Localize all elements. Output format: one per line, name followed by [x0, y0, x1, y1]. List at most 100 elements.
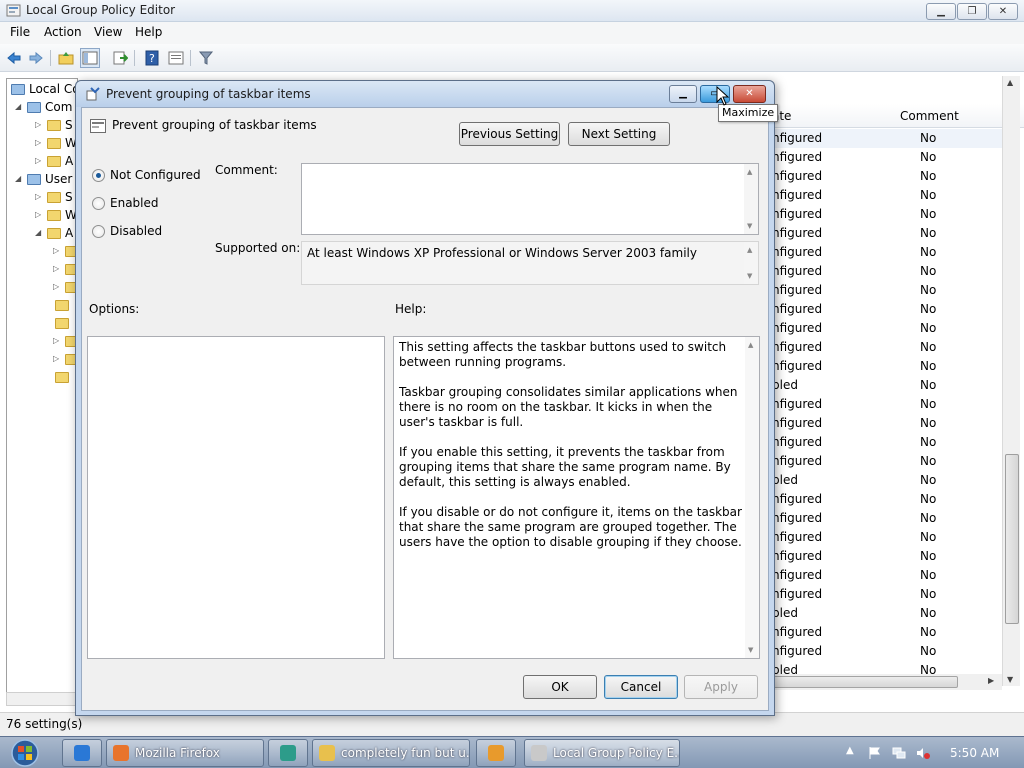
comment-textarea[interactable]: ▲ ▼: [301, 163, 759, 235]
previous-setting-button[interactable]: Previous Setting: [459, 122, 560, 146]
expanded-arrow-icon[interactable]: ◢: [15, 174, 23, 183]
table-row[interactable]: nfigured No: [770, 414, 1002, 433]
tree-horizontal-scrollbar[interactable]: [6, 692, 78, 706]
collapsed-arrow-icon[interactable]: ▷: [35, 156, 43, 165]
filter-icon[interactable]: [196, 48, 216, 68]
show-hide-tree-icon[interactable]: [80, 48, 100, 68]
comment-cell: No: [920, 340, 937, 354]
help-icon[interactable]: ?: [142, 48, 162, 68]
table-row[interactable]: nfigured No: [770, 452, 1002, 471]
table-row[interactable]: nfigured No: [770, 547, 1002, 566]
tree-pane[interactable]: Local Co ◢ Com ▷ S ▷ W ▷ A ◢ User ▷ S ▷ W ◢ A ▷ ▷ ▷ ▷ ▷: [6, 78, 78, 704]
properties-icon[interactable]: [166, 48, 186, 68]
table-row[interactable]: nfigured No: [770, 148, 1002, 167]
taskbar-button[interactable]: [268, 739, 308, 767]
table-row[interactable]: bled No: [770, 471, 1002, 490]
collapsed-arrow-icon[interactable]: ▷: [35, 120, 43, 129]
close-button[interactable]: ✕: [988, 3, 1018, 20]
expanded-arrow-icon[interactable]: ◢: [35, 228, 43, 237]
table-row[interactable]: nfigured No: [770, 357, 1002, 376]
column-header-comment[interactable]: Comment: [900, 109, 959, 123]
ok-button[interactable]: OK: [523, 675, 597, 699]
state-cell: nfigured: [772, 397, 823, 411]
table-row[interactable]: nfigured No: [770, 224, 1002, 243]
start-button-icon[interactable]: [4, 738, 46, 768]
state-cell: nfigured: [772, 416, 823, 430]
collapsed-arrow-icon[interactable]: ▷: [35, 192, 43, 201]
table-row[interactable]: nfigured No: [770, 281, 1002, 300]
taskbar-button[interactable]: completely fun but u...: [312, 739, 470, 767]
scrollbar-thumb[interactable]: [1005, 454, 1019, 624]
menu-help[interactable]: Help: [135, 25, 162, 39]
folder-icon: [55, 300, 69, 311]
network-icon[interactable]: [892, 746, 906, 760]
help-scrollbar[interactable]: ▲ ▼: [745, 337, 759, 658]
menu-action[interactable]: Action: [44, 25, 82, 39]
table-row[interactable]: nfigured No: [770, 433, 1002, 452]
table-row[interactable]: nfigured No: [770, 642, 1002, 661]
radio-enabled-dot[interactable]: [92, 197, 105, 210]
table-row[interactable]: nfigured No: [770, 623, 1002, 642]
back-arrow-icon[interactable]: [4, 48, 24, 68]
table-row[interactable]: nfigured No: [770, 300, 1002, 319]
table-row[interactable]: nfigured No: [770, 167, 1002, 186]
comment-cell: No: [920, 511, 937, 525]
taskbar-button[interactable]: [476, 739, 516, 767]
table-row[interactable]: nfigured No: [770, 243, 1002, 262]
supported-scrollbar[interactable]: ▲ ▼: [744, 242, 758, 284]
table-row[interactable]: nfigured No: [770, 205, 1002, 224]
radio-not-configured-dot[interactable]: [92, 169, 105, 182]
table-row[interactable]: nfigured No: [770, 585, 1002, 604]
menu-file[interactable]: File: [10, 25, 30, 39]
hscroll-thumb[interactable]: [772, 676, 958, 688]
restore-button[interactable]: ❐: [957, 3, 987, 20]
table-row[interactable]: nfigured No: [770, 262, 1002, 281]
table-row[interactable]: nfigured No: [770, 490, 1002, 509]
clock[interactable]: 5:50 AM: [950, 746, 999, 760]
cancel-button[interactable]: Cancel: [604, 675, 678, 699]
state-cell: nfigured: [772, 131, 823, 145]
minimize-button[interactable]: ▁: [926, 3, 956, 20]
apply-button[interactable]: Apply: [684, 675, 758, 699]
taskbar-button[interactable]: [62, 739, 102, 767]
next-setting-button[interactable]: Next Setting: [568, 122, 670, 146]
collapsed-arrow-icon[interactable]: ▷: [53, 246, 61, 255]
volume-muted-icon[interactable]: [916, 746, 930, 760]
options-panel: [87, 336, 385, 659]
table-row[interactable]: nfigured No: [770, 395, 1002, 414]
collapsed-arrow-icon[interactable]: ▷: [53, 282, 61, 291]
table-row[interactable]: nfigured No: [770, 186, 1002, 205]
dialog-close-button[interactable]: ✕: [733, 85, 766, 103]
export-list-icon[interactable]: [110, 48, 130, 68]
collapsed-arrow-icon[interactable]: ▷: [53, 336, 61, 345]
taskbar-button[interactable]: Local Group Policy E...: [524, 739, 680, 767]
comment-scrollbar[interactable]: ▲ ▼: [744, 164, 758, 234]
table-row[interactable]: bled No: [770, 604, 1002, 623]
action-center-flag-icon[interactable]: [868, 746, 882, 760]
menu-view[interactable]: View: [94, 25, 122, 39]
state-cell: bled: [772, 606, 798, 620]
state-cell: nfigured: [772, 302, 823, 316]
collapsed-arrow-icon[interactable]: ▷: [35, 210, 43, 219]
list-vertical-scrollbar[interactable]: ▲ ▼: [1002, 76, 1020, 686]
expanded-arrow-icon[interactable]: ◢: [15, 102, 23, 111]
table-row[interactable]: bled No: [770, 376, 1002, 395]
table-row[interactable]: nfigured No: [770, 338, 1002, 357]
taskbar-button[interactable]: Mozilla Firefox: [106, 739, 264, 767]
collapsed-arrow-icon[interactable]: ▷: [35, 138, 43, 147]
show-hidden-icons-icon[interactable]: ▲: [846, 745, 854, 756]
up-folder-icon[interactable]: [56, 48, 76, 68]
list-horizontal-scrollbar[interactable]: ▶: [770, 674, 1002, 690]
table-row[interactable]: nfigured No: [770, 528, 1002, 547]
tree-node-label: A: [65, 154, 74, 168]
table-row[interactable]: nfigured No: [770, 129, 1002, 148]
forward-arrow-icon[interactable]: [26, 48, 46, 68]
collapsed-arrow-icon[interactable]: ▷: [53, 354, 61, 363]
table-row[interactable]: nfigured No: [770, 509, 1002, 528]
dialog-minimize-button[interactable]: ▁: [669, 85, 697, 103]
comment-cell: No: [920, 473, 937, 487]
collapsed-arrow-icon[interactable]: ▷: [53, 264, 61, 273]
table-row[interactable]: nfigured No: [770, 566, 1002, 585]
table-row[interactable]: nfigured No: [770, 319, 1002, 338]
radio-disabled-dot[interactable]: [92, 225, 105, 238]
